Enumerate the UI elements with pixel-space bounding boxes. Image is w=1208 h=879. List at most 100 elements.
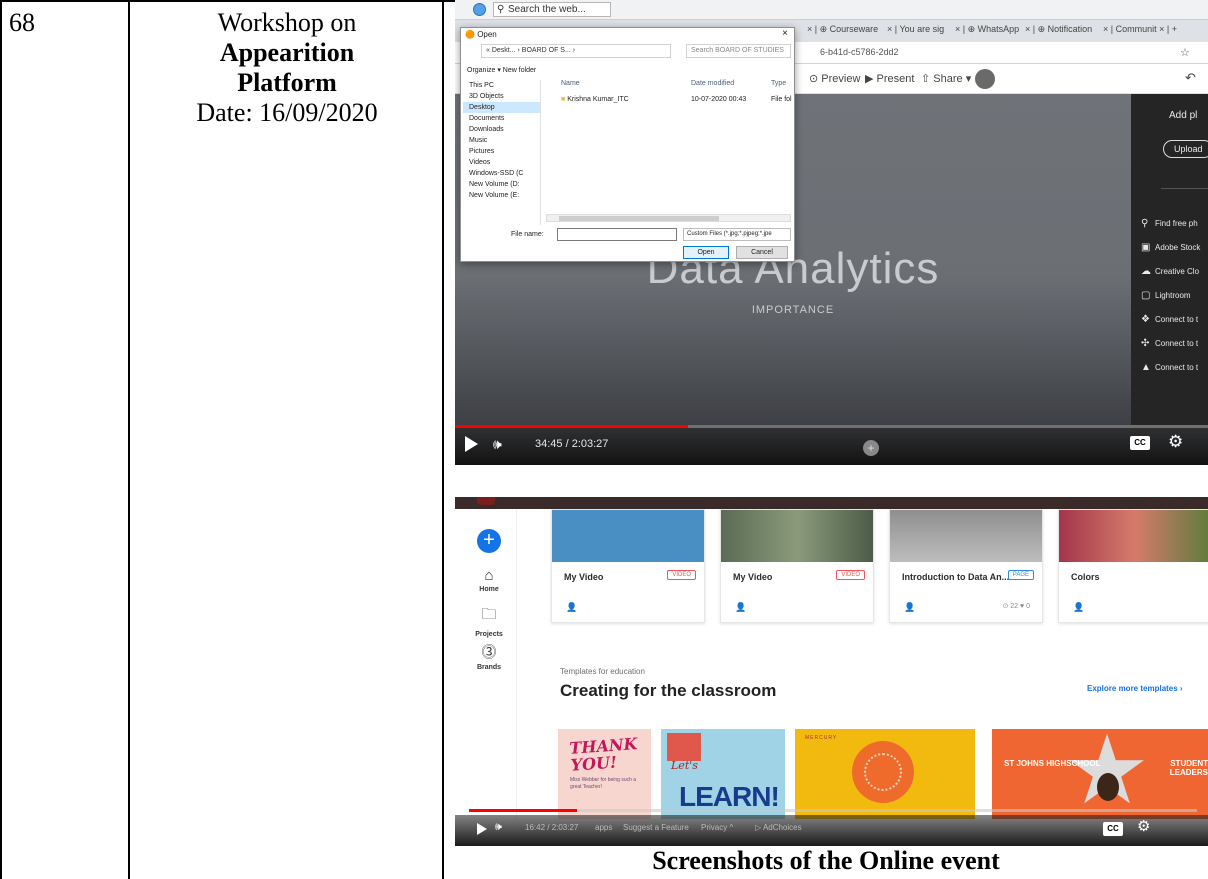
panel-divider <box>1161 188 1208 189</box>
nav-item-selected[interactable]: Desktop <box>463 102 540 113</box>
panel-item-creative-cloud[interactable]: ☁ Creative Clo <box>1141 266 1199 277</box>
column-divider-1 <box>128 0 130 879</box>
template-student-leaders[interactable]: ★ ST JOHNS HIGHSCHOOL STUDENT LEADERS <box>992 729 1208 819</box>
column-header-date[interactable]: Date modified <box>691 80 734 87</box>
column-header-type[interactable]: Type <box>771 80 786 87</box>
template-thank-you[interactable]: THANK YOU! Miss Webber for being such a … <box>558 729 651 819</box>
browser-globe-icon[interactable] <box>473 3 486 16</box>
nav-item[interactable]: This PC <box>463 80 540 91</box>
file-type-filter[interactable]: Custom Files (*.jpg;*.pjpeg;*.jpe <box>683 228 791 241</box>
template-dotted-ring <box>864 753 902 791</box>
footer-link[interactable]: Suggest a Feature <box>623 823 689 832</box>
present-button[interactable]: ▶ Present <box>865 72 914 85</box>
nav-item[interactable]: 3D Objects <box>463 91 540 102</box>
card-title: My Video <box>733 572 773 582</box>
video-time: 16:42 / 2:03:27 <box>525 823 579 832</box>
panel-item-connect-2[interactable]: ✣ Connect to t <box>1141 338 1198 349</box>
card-thumbnail <box>721 510 873 562</box>
panel-item-connect-3[interactable]: ▲ Connect to t <box>1141 362 1198 373</box>
nav-item[interactable]: Windows-SSD (C <box>463 168 540 179</box>
project-card[interactable]: My Video VIDEO 👤 <box>551 509 705 623</box>
add-slide-icon[interactable]: + <box>863 440 879 456</box>
nav-item[interactable]: Music <box>463 135 540 146</box>
gear-icon[interactable]: ⚙ <box>1137 817 1150 835</box>
video-progress-track[interactable] <box>577 809 1197 812</box>
browser-tab[interactable]: × | ⊕ Notification <box>1025 24 1092 35</box>
card-title: My Video <box>564 572 604 582</box>
project-card[interactable]: My Video VIDEO 👤 <box>720 509 874 623</box>
upload-button[interactable]: Upload <box>1163 140 1208 158</box>
create-plus-icon[interactable]: + <box>477 529 501 553</box>
file-row-type: File fol <box>771 96 792 103</box>
volume-icon[interactable]: 🕪 <box>493 436 502 453</box>
project-card[interactable]: Introduction to Data An... PAGE 👤 ⊙ 22 ♥… <box>889 509 1043 623</box>
browser-tab[interactable]: × | You are sig <box>887 24 944 34</box>
captions-icon[interactable]: CC <box>1130 436 1150 450</box>
volume-icon[interactable]: 🕪 <box>495 821 502 834</box>
footer-link[interactable]: ▷ AdChoices <box>755 823 802 832</box>
footer-link[interactable]: apps <box>595 823 612 832</box>
preview-button[interactable]: ⊙ Preview <box>809 72 860 85</box>
add-photo-panel: Add pl Upload ⚲ Find free ph ▣ Adobe Stock… <box>1131 94 1208 425</box>
card-title: Introduction to Data An... <box>902 572 1010 582</box>
video-progress-played <box>469 809 577 812</box>
captions-icon[interactable]: CC <box>1103 822 1123 836</box>
play-icon[interactable] <box>465 436 478 452</box>
dialog-search-input[interactable]: Search BOARD OF STUDIES <box>686 44 791 58</box>
panel-item-connect-1[interactable]: ❖ Connect to t <box>1141 314 1198 325</box>
dialog-path-bar[interactable]: « Deskt... › BOARD OF S... › <box>481 44 671 58</box>
left-sidebar: + ⌂ Home 🗀 Projects ⓷ Brands <box>455 509 517 819</box>
search-icon: ⚲ <box>1141 218 1149 229</box>
sidebar-item-home[interactable]: ⌂ Home <box>469 567 509 593</box>
file-name-label: File name: <box>511 231 544 238</box>
address-text: 6-b41d-c5786-2dd2 <box>820 47 899 57</box>
web-search-box[interactable]: ⚲ Search the web... <box>493 2 611 17</box>
panel-heading: Add pl <box>1169 110 1198 121</box>
column-header-name[interactable]: Name <box>561 80 580 87</box>
file-name-input[interactable] <box>557 228 677 241</box>
nav-item[interactable]: Pictures <box>463 146 540 157</box>
close-icon[interactable]: × <box>782 28 788 39</box>
browser-tab[interactable]: × | Communit × | + <box>1103 24 1177 34</box>
project-card[interactable]: Colors 👤 <box>1058 509 1208 623</box>
home-icon: ⌂ <box>484 567 494 584</box>
star-icon[interactable]: ☆ <box>1180 46 1190 59</box>
browser-tab[interactable]: × | ⊕ WhatsApp <box>955 24 1019 35</box>
card-title: Colors <box>1071 572 1100 582</box>
sidebar-item-brands[interactable]: ⓷ Brands <box>469 641 509 671</box>
file-row-name[interactable]: ■ Krishna Kumar_ITC <box>561 96 629 103</box>
avatar[interactable] <box>975 69 995 89</box>
nav-item[interactable]: Downloads <box>463 124 540 135</box>
user-icon: 👤 <box>735 602 747 612</box>
card-thumbnail <box>890 510 1042 562</box>
dialog-toolbar[interactable]: Organize ▾ New folder <box>467 66 536 74</box>
template-lets-learn[interactable]: Let's LEARN! <box>661 729 785 819</box>
footer-link[interactable]: Privacy ^ <box>701 823 733 832</box>
nav-item[interactable]: Documents <box>463 113 540 124</box>
share-button[interactable]: ⇧ Share ▾ <box>921 72 971 85</box>
template-mercury[interactable]: MERCURY <box>795 729 975 819</box>
nav-item[interactable]: New Volume (E: <box>463 190 540 201</box>
panel-item-lightroom[interactable]: ▢ Lightroom <box>1141 290 1191 301</box>
undo-icon[interactable]: ↶ <box>1185 70 1196 86</box>
portrait-image <box>1097 773 1119 801</box>
browser-tab[interactable]: × | ⊕ Courseware <box>807 24 878 35</box>
horizontal-scrollbar[interactable] <box>546 214 791 222</box>
nav-item[interactable]: New Volume (D: <box>463 179 540 190</box>
open-button[interactable]: Open <box>683 246 729 259</box>
panel-item-adobe-stock[interactable]: ▣ Adobe Stock <box>1141 242 1200 253</box>
explore-templates-link[interactable]: Explore more templates › <box>1087 684 1183 693</box>
nav-item[interactable]: Videos <box>463 157 540 168</box>
folder-icon: 🗀 <box>481 606 497 623</box>
play-icon[interactable] <box>477 823 487 835</box>
panel-item-find-photos[interactable]: ⚲ Find free ph <box>1141 218 1198 229</box>
gear-icon[interactable]: ⚙ <box>1168 432 1183 452</box>
template-subtext: Miss Webber for being such a great Teach… <box>570 777 637 790</box>
stock-icon: ▣ <box>1141 242 1151 253</box>
cancel-button[interactable]: Cancel <box>736 246 788 259</box>
dropbox-icon: ❖ <box>1141 314 1150 325</box>
template-text: ST JOHNS HIGHSCHOOL <box>1004 759 1101 768</box>
drive-icon: ▲ <box>1141 362 1151 373</box>
file-open-dialog: 🟠 Open × « Deskt... › BOARD OF S... › Se… <box>460 27 795 262</box>
sidebar-item-projects[interactable]: 🗀 Projects <box>469 604 509 638</box>
